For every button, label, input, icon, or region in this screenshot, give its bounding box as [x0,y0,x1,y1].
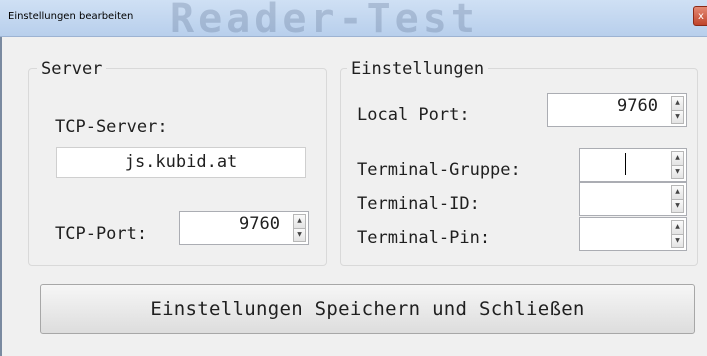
local-port-value: 9760 [617,96,658,116]
close-button[interactable]: x [693,6,707,26]
spin-up-button[interactable]: ▲ [671,96,684,111]
settings-group-legend: Einstellungen [347,59,489,79]
terminal-id-stepper[interactable]: ▲ ▼ [579,182,687,216]
save-and-close-label: Einstellungen Speichern und Schließen [150,298,585,320]
up-arrow-icon: ▲ [675,99,680,107]
tcp-server-label: TCP-Server: [55,117,168,137]
background-window-title: Reader-Test [170,0,479,37]
tcp-port-value: 9760 [239,214,280,234]
terminal-pin-stepper[interactable]: ▲ ▼ [579,217,687,251]
spin-up-button[interactable]: ▲ [293,214,306,229]
tcp-port-spin: ▲ ▼ [293,214,306,242]
down-arrow-icon: ▼ [297,230,302,238]
tcp-server-value: js.kubid.at [124,152,238,172]
up-arrow-icon: ▲ [297,217,302,225]
down-arrow-icon: ▼ [675,236,680,244]
up-arrow-icon: ▲ [675,223,680,231]
spin-down-button[interactable]: ▼ [671,199,684,213]
terminal-group-stepper[interactable]: ▲ ▼ [579,148,687,182]
down-arrow-icon: ▼ [675,201,680,209]
tcp-server-input[interactable]: js.kubid.at [56,147,306,178]
local-port-stepper[interactable]: 9760 ▲ ▼ [547,93,687,127]
terminal-pin-spin: ▲ ▼ [671,220,684,248]
text-cursor [625,153,626,175]
spin-down-button[interactable]: ▼ [671,234,684,248]
title-bar: Einstellungen bearbeiten Reader-Test x [0,0,707,37]
terminal-id-label: Terminal-ID: [357,194,480,214]
dialog-body: Server TCP-Server: js.kubid.at TCP-Port:… [0,37,707,356]
spin-down-button[interactable]: ▼ [293,228,306,242]
spin-up-button[interactable]: ▲ [671,151,684,166]
local-port-label: Local Port: [357,105,470,125]
close-icon: x [698,11,704,22]
terminal-group-label: Terminal-Gruppe: [357,160,521,180]
up-arrow-icon: ▲ [675,154,680,162]
terminal-group-spin: ▲ ▼ [671,151,684,179]
down-arrow-icon: ▼ [675,167,680,175]
server-group: Server TCP-Server: js.kubid.at TCP-Port:… [28,59,327,266]
terminal-pin-label: Terminal-Pin: [357,228,491,248]
tcp-port-stepper[interactable]: 9760 ▲ ▼ [179,211,309,245]
server-group-legend: Server [37,59,107,79]
terminal-id-spin: ▲ ▼ [671,185,684,213]
spin-down-button[interactable]: ▼ [671,165,684,179]
spin-up-button[interactable]: ▲ [671,220,684,235]
tcp-port-label: TCP-Port: [55,224,148,244]
settings-group: Einstellungen Local Port: 9760 ▲ ▼ Termi… [340,59,698,266]
local-port-spin: ▲ ▼ [671,96,684,124]
save-and-close-button[interactable]: Einstellungen Speichern und Schließen [40,284,695,334]
spin-down-button[interactable]: ▼ [671,110,684,124]
spin-up-button[interactable]: ▲ [671,185,684,200]
up-arrow-icon: ▲ [675,188,680,196]
window-title: Einstellungen bearbeiten [8,11,134,22]
down-arrow-icon: ▼ [675,112,680,120]
